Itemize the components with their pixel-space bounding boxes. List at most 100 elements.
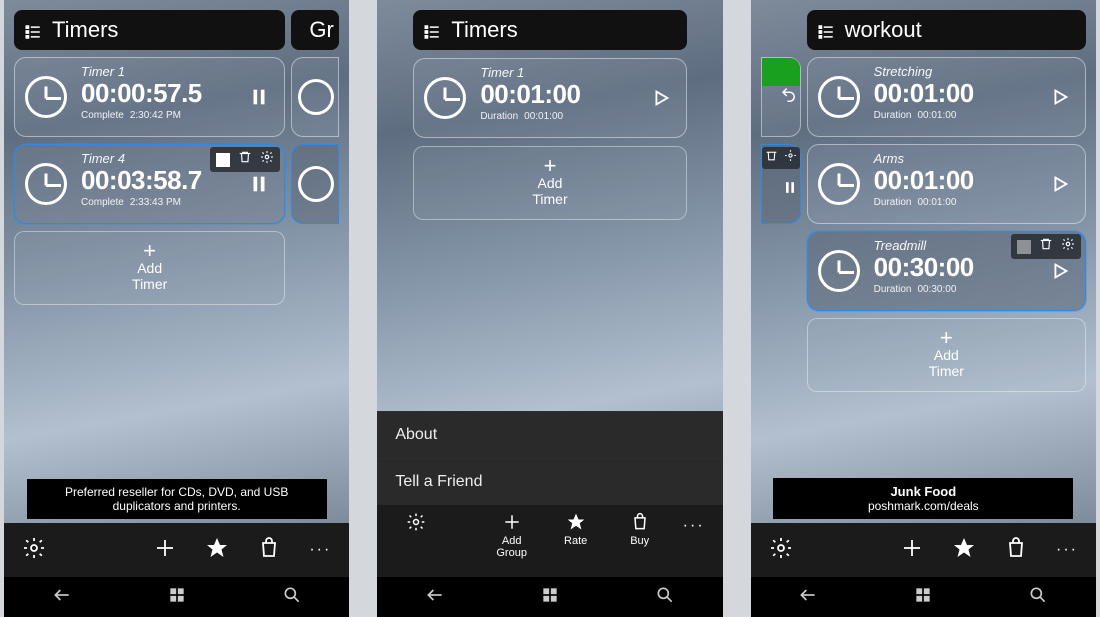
system-nav — [4, 577, 349, 617]
app-bar: Add Group Rate Buy ··· — [377, 505, 722, 577]
play-button[interactable] — [1049, 86, 1071, 108]
timer-meta: Duration00:01:00 — [480, 111, 675, 122]
prev-column-peek[interactable] — [761, 10, 801, 392]
timer-meta: Complete2:33:43 PM — [81, 197, 274, 208]
menu-about[interactable]: About — [377, 411, 722, 458]
timer-card[interactable]: Stretching 00:01:00 Duration00:01:00 — [807, 57, 1086, 137]
column-header[interactable]: Timers — [413, 10, 686, 50]
menu-tell-friend[interactable]: Tell a Friend — [377, 458, 722, 505]
more-button[interactable]: ··· — [683, 517, 705, 535]
timer-card[interactable]: Timer 1 00:01:00 Duration00:01:00 — [413, 58, 686, 138]
timer-title: Timer 1 — [480, 65, 675, 80]
rate-button[interactable] — [952, 536, 976, 565]
timer-title: Arms — [874, 151, 1075, 166]
add-group-button[interactable]: Add Group — [491, 511, 533, 559]
pause-icon[interactable] — [782, 180, 798, 201]
settings-button[interactable] — [395, 511, 437, 533]
peek-timer-card[interactable] — [761, 144, 801, 224]
list-icon — [24, 21, 42, 39]
rate-button[interactable] — [205, 536, 229, 565]
phone-screen-1: Timers Timer 1 00:00:57.5 Complete2:30:4… — [4, 0, 349, 617]
peek-timer-card[interactable] — [291, 144, 339, 224]
add-timer-button[interactable]: + Add Timer — [807, 318, 1086, 392]
timer-meta: Duration00:30:00 — [874, 284, 1075, 295]
app-bar: ··· — [4, 523, 349, 577]
rate-button[interactable]: Rate — [555, 511, 597, 547]
clock-icon — [818, 163, 860, 205]
play-button[interactable] — [1049, 260, 1071, 282]
peek-toolbar — [762, 147, 800, 169]
column-header[interactable]: workout — [807, 10, 1086, 50]
timer-card[interactable]: Arms 00:01:00 Duration00:01:00 — [807, 144, 1086, 224]
column-header-peek[interactable]: Gr — [291, 10, 339, 50]
add-button[interactable] — [900, 536, 924, 565]
search-button[interactable] — [282, 585, 302, 610]
clock-icon — [25, 163, 67, 205]
search-button[interactable] — [1028, 585, 1048, 610]
timer-card[interactable]: Timer 1 00:00:57.5 Complete2:30:42 PM — [14, 57, 285, 137]
system-nav — [377, 577, 722, 617]
column-title: Timers — [451, 17, 517, 43]
pause-button[interactable] — [248, 173, 270, 195]
workout-column: workout Stretching 00:01:00 Duration00:0… — [807, 10, 1086, 392]
timer-time: 00:01:00 — [874, 166, 1075, 195]
timer-title: Stretching — [874, 64, 1075, 79]
play-button[interactable] — [650, 87, 672, 109]
timer-title: Timer 4 — [81, 151, 274, 166]
system-nav — [751, 577, 1096, 617]
more-button[interactable]: ··· — [1056, 541, 1078, 559]
timers-column: Timers Timer 1 00:01:00 Duration00:01:00… — [413, 10, 686, 220]
add-button[interactable] — [153, 536, 177, 565]
next-column-peek[interactable]: Gr — [291, 10, 339, 305]
more-button[interactable]: ··· — [309, 541, 331, 559]
buy-button[interactable] — [1004, 536, 1028, 565]
pause-button[interactable] — [248, 86, 270, 108]
undo-icon[interactable] — [780, 86, 798, 109]
ad-banner[interactable]: Junk Food poshmark.com/deals — [773, 478, 1073, 519]
timer-time: 00:01:00 — [874, 79, 1075, 108]
search-button[interactable] — [655, 585, 675, 610]
back-button[interactable] — [425, 585, 445, 610]
play-button[interactable] — [1049, 173, 1071, 195]
home-button[interactable] — [540, 585, 560, 610]
home-button[interactable] — [913, 585, 933, 610]
app-bar: ··· — [751, 523, 1096, 577]
add-timer-button[interactable]: + Add Timer — [413, 146, 686, 220]
peek-timer-card[interactable] — [291, 57, 339, 137]
timer-time: 00:00:57.5 — [81, 79, 274, 108]
timer-title: Treadmill — [874, 238, 1075, 253]
timer-meta: Complete2:30:42 PM — [81, 110, 274, 121]
settings-button[interactable] — [22, 536, 46, 565]
settings-button[interactable] — [784, 149, 797, 167]
back-button[interactable] — [52, 585, 72, 610]
buy-button[interactable]: Buy — [619, 511, 661, 547]
plus-icon: + — [15, 242, 284, 260]
clock-icon — [818, 250, 860, 292]
content-area: workout Stretching 00:01:00 Duration00:0… — [751, 0, 1096, 523]
timer-card-selected[interactable]: Timer 4 00:03:58.7 Complete2:33:43 PM — [14, 144, 285, 224]
back-button[interactable] — [798, 585, 818, 610]
clock-icon — [818, 76, 860, 118]
ad-banner[interactable]: Preferred reseller for CDs, DVD, and USB… — [27, 479, 327, 519]
plus-icon: + — [808, 329, 1085, 347]
appbar-label: Buy — [630, 535, 649, 547]
add-timer-button[interactable]: + Add Timer — [14, 231, 285, 305]
settings-button[interactable] — [769, 536, 793, 565]
peek-timer-card[interactable] — [761, 57, 801, 137]
content-area: Timers Timer 1 00:00:57.5 Complete2:30:4… — [4, 0, 349, 523]
timers-column: Timers Timer 1 00:00:57.5 Complete2:30:4… — [14, 10, 285, 305]
list-icon — [423, 21, 441, 39]
timer-meta: Duration00:01:00 — [874, 110, 1075, 121]
timer-card-selected[interactable]: Treadmill 00:30:00 Duration00:30:00 — [807, 231, 1086, 311]
timer-time: 00:01:00 — [480, 80, 675, 109]
clock-icon — [424, 77, 466, 119]
buy-button[interactable] — [257, 536, 281, 565]
appbar-label: Rate — [564, 535, 587, 547]
delete-button[interactable] — [765, 149, 778, 167]
column-title: Timers — [52, 17, 118, 43]
home-button[interactable] — [167, 585, 187, 610]
overflow-menu: About Tell a Friend — [377, 411, 722, 505]
column-header[interactable]: Timers — [14, 10, 285, 50]
list-icon — [817, 21, 835, 39]
content-area: Timers Timer 1 00:01:00 Duration00:01:00… — [377, 0, 722, 411]
